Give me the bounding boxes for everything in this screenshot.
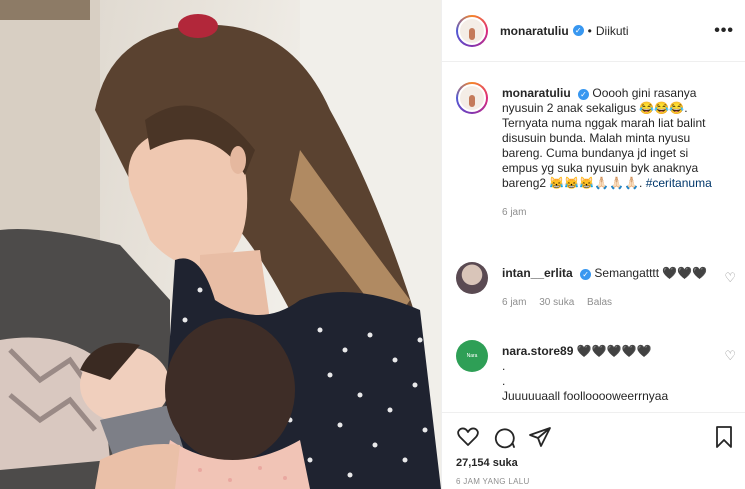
comment-text: Semangatttt 🖤🖤🖤 xyxy=(594,266,708,280)
author-username[interactable]: monaratuliu xyxy=(500,24,569,38)
share-icon[interactable] xyxy=(528,425,552,449)
comment-line: . xyxy=(502,374,506,388)
verified-icon: ✓ xyxy=(580,269,592,280)
comment-extra: Juuuuuaall foollooooweerrnyaa xyxy=(502,389,669,403)
caption-hashtag[interactable]: #ceritanuma xyxy=(646,176,712,190)
posted-time: 6 JAM YANG LALU xyxy=(456,477,530,486)
commenter-username[interactable]: nara.store89 xyxy=(502,344,573,358)
caption-text: Ooooh gini rasanya nyusuin 2 anak sekali… xyxy=(502,86,706,190)
comment-likes[interactable]: 30 suka xyxy=(539,297,574,308)
post-photo[interactable] xyxy=(0,0,441,489)
comment-body: nara.store89 🖤🖤🖤🖤🖤 . . Juuuuuaall foollo… xyxy=(502,344,712,404)
verified-icon: ✓ xyxy=(572,25,584,36)
comments-list[interactable]: monaratuliu ✓ Ooooh gini rasanya nyusuin… xyxy=(442,62,745,412)
caption-time: 6 jam xyxy=(502,207,527,218)
commenter-username[interactable]: intan__erlita xyxy=(502,266,573,280)
comment-body: intan__erlita ✓ Semangatttt 🖤🖤🖤 6 jam 30… xyxy=(502,266,712,310)
commenter-avatar[interactable]: Nara xyxy=(456,340,488,372)
post-actions: 27,154 suka 6 JAM YANG LALU xyxy=(442,412,745,489)
comment-icon[interactable] xyxy=(492,425,516,449)
more-icon[interactable]: ••• xyxy=(714,22,734,40)
reply-button[interactable]: Balas xyxy=(587,297,612,308)
comment-text: 🖤🖤🖤🖤🖤 xyxy=(576,344,652,358)
likes-count[interactable]: 27,154 suka xyxy=(456,457,518,469)
comment-like-heart-icon[interactable]: ♡ xyxy=(724,348,736,364)
comment-meta: 6 jam 30 suka Balas xyxy=(502,295,712,310)
comment-line: . xyxy=(502,359,506,373)
caption-meta: 6 jam xyxy=(502,205,712,220)
follow-status-button[interactable]: Diikuti xyxy=(596,24,629,38)
caption-avatar[interactable] xyxy=(456,82,488,114)
heart-icon[interactable] xyxy=(456,425,480,449)
caption-body: monaratuliu ✓ Ooooh gini rasanya nyusuin… xyxy=(502,86,712,220)
caption-username[interactable]: monaratuliu xyxy=(502,86,571,100)
bookmark-icon[interactable] xyxy=(712,425,736,449)
separator-dot: • xyxy=(587,23,592,38)
post-side-panel: monaratuliu ✓ • Diikuti ••• monaratuliu … xyxy=(441,0,745,489)
post-header: monaratuliu ✓ • Diikuti ••• xyxy=(442,0,745,62)
author-avatar[interactable] xyxy=(456,14,488,47)
comment-like-heart-icon[interactable]: ♡ xyxy=(724,270,736,286)
comment-time: 6 jam xyxy=(502,297,527,308)
verified-icon: ✓ xyxy=(578,89,590,100)
photo-illustration xyxy=(0,0,441,489)
commenter-avatar[interactable] xyxy=(456,262,488,294)
